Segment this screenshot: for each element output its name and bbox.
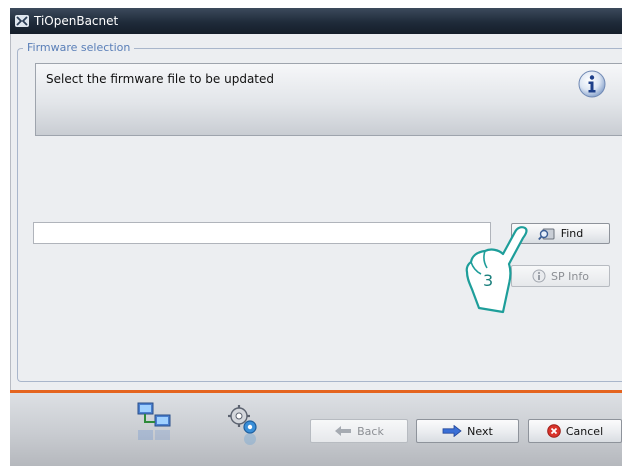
arrow-right-icon (442, 425, 462, 437)
step-number: 3 (483, 271, 494, 290)
group-legend: Firmware selection (23, 41, 135, 55)
step-pointer-hand: 3 (463, 224, 529, 316)
back-button-label: Back (357, 424, 384, 438)
find-button-label: Find (560, 227, 584, 240)
next-button-label: Next (467, 424, 493, 438)
info-icon (578, 70, 606, 98)
cancel-button-label: Cancel (565, 424, 604, 438)
window-title: TiOpenBacnet (34, 14, 119, 28)
info-message: Select the firmware file to be updated (46, 72, 275, 86)
settings-gears-icon[interactable] (225, 403, 261, 449)
main-panel: Firmware selection Select the firmware f… (10, 34, 622, 390)
firmware-file-path-input[interactable] (33, 222, 491, 244)
app-icon (15, 15, 29, 27)
find-icon (537, 228, 555, 240)
next-button[interactable]: Next (416, 419, 519, 443)
info-panel: Select the firmware file to be updated (35, 63, 622, 136)
pointing-hand-icon (465, 226, 528, 314)
info-small-icon (532, 269, 546, 283)
network-computers-icon[interactable] (135, 400, 175, 448)
title-bar: TiOpenBacnet (10, 8, 622, 34)
cancel-button[interactable]: Cancel (528, 419, 622, 443)
back-button[interactable]: Back (310, 419, 408, 443)
sp-info-button-label: SP Info (551, 269, 589, 283)
cancel-icon (547, 424, 561, 438)
arrow-left-icon (335, 426, 352, 436)
